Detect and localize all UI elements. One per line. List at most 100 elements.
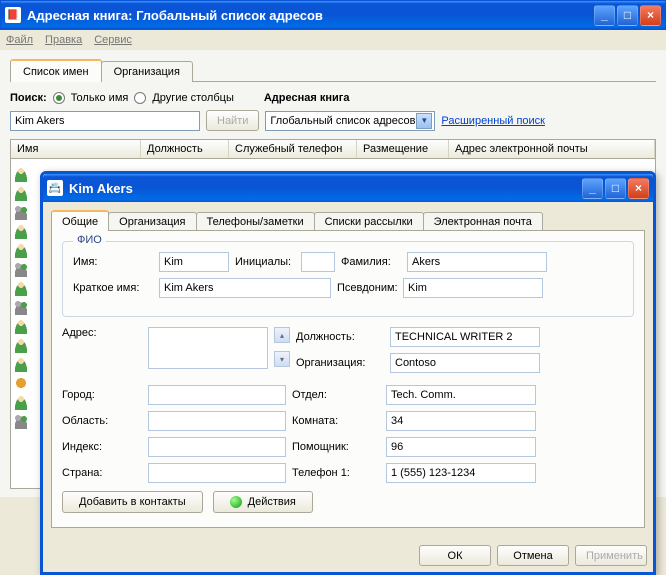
search-label: Поиск: — [10, 92, 47, 104]
child-tabbar: Общие Организация Телефоны/заметки Списк… — [51, 210, 645, 231]
address-book-value: Глобальный список адресов — [270, 115, 415, 127]
address-book-select[interactable]: Глобальный список адресов ▼ — [265, 111, 435, 131]
general-panel: ФИО Имя: Инициалы: Фамилия: Краткое имя:… — [51, 230, 645, 528]
col-name[interactable]: Имя — [11, 140, 141, 158]
initials-label: Инициалы: — [235, 256, 295, 268]
group-icon — [13, 413, 29, 429]
window-title: Адресная книга: Глобальный список адресо… — [27, 8, 323, 23]
user-icon — [13, 242, 29, 258]
address-label: Адрес: — [62, 327, 142, 339]
scroll-up-icon[interactable]: ▴ — [274, 327, 290, 343]
last-name-input[interactable] — [407, 252, 547, 272]
col-location[interactable]: Размещение — [357, 140, 449, 158]
close-button[interactable]: × — [640, 5, 661, 26]
zip-input[interactable] — [148, 437, 286, 457]
short-name-input[interactable] — [159, 278, 331, 298]
user-icon — [13, 223, 29, 239]
col-title[interactable]: Должность — [141, 140, 229, 158]
fio-fieldset: ФИО Имя: Инициалы: Фамилия: Краткое имя:… — [62, 241, 634, 317]
group-icon — [13, 261, 29, 277]
address-input[interactable] — [148, 327, 268, 369]
org-label: Организация: — [296, 357, 384, 369]
address-book-label: Адресная книга — [264, 92, 350, 104]
cancel-button[interactable]: Отмена — [497, 545, 569, 566]
menu-edit[interactable]: Правка — [45, 34, 82, 46]
tab-organization[interactable]: Организация — [101, 61, 193, 82]
child-window-title: Kim Akers — [69, 181, 133, 196]
alias-label: Псевдоним: — [337, 282, 397, 294]
first-name-input[interactable] — [159, 252, 229, 272]
actions-button[interactable]: Действия — [213, 491, 313, 513]
short-name-label: Краткое имя: — [73, 282, 153, 294]
phone1-input[interactable] — [386, 463, 536, 483]
initials-input[interactable] — [301, 252, 335, 272]
country-label: Страна: — [62, 467, 142, 479]
group-icon — [13, 299, 29, 315]
user-icon — [13, 280, 29, 296]
tab-email[interactable]: Электронная почта — [423, 212, 543, 231]
contact-card-icon: 📇 — [47, 180, 63, 196]
job-title-label: Должность: — [296, 331, 384, 343]
region-input[interactable] — [148, 411, 286, 431]
tab-phones-notes[interactable]: Телефоны/заметки — [196, 212, 315, 231]
org-input[interactable] — [390, 353, 540, 373]
minimize-button[interactable]: _ — [594, 5, 615, 26]
fio-legend: ФИО — [73, 234, 106, 246]
phone1-label: Телефон 1: — [292, 467, 380, 479]
child-close-button[interactable]: × — [628, 178, 649, 199]
radio-other-columns-label: Другие столбцы — [152, 92, 234, 104]
col-email[interactable]: Адрес электронной почты — [449, 140, 655, 158]
main-titlebar: 📕 Адресная книга: Глобальный список адре… — [0, 0, 666, 30]
radio-other-columns[interactable] — [134, 92, 146, 104]
list-columns: Имя Должность Служебный телефон Размещен… — [10, 139, 656, 159]
zip-label: Индекс: — [62, 441, 142, 453]
radio-name-only-label: Только имя — [71, 92, 129, 104]
chevron-down-icon[interactable]: ▼ — [416, 113, 432, 129]
add-to-contacts-button[interactable]: Добавить в контакты — [62, 491, 203, 513]
user-icon — [13, 318, 29, 334]
menu-service[interactable]: Сервис — [94, 34, 132, 46]
dept-label: Отдел: — [292, 389, 380, 401]
assistant-input[interactable] — [386, 437, 536, 457]
region-label: Область: — [62, 415, 142, 427]
user-icon — [13, 337, 29, 353]
search-input[interactable] — [10, 111, 200, 131]
child-maximize-button[interactable]: □ — [605, 178, 626, 199]
user-icon — [13, 394, 29, 410]
ok-button[interactable]: ОК — [419, 545, 491, 566]
room-input[interactable] — [386, 411, 536, 431]
star-icon — [13, 375, 29, 391]
presence-dot-icon — [230, 496, 242, 508]
city-input[interactable] — [148, 385, 286, 405]
user-icon — [13, 185, 29, 201]
tabbar: Список имен Организация — [10, 58, 656, 82]
apply-button: Применить — [575, 545, 647, 566]
tab-name-list[interactable]: Список имен — [10, 59, 102, 82]
country-input[interactable] — [148, 463, 286, 483]
menubar: Файл Правка Сервис — [0, 30, 666, 50]
find-button: Найти — [206, 110, 259, 131]
user-icon — [13, 166, 29, 182]
first-name-label: Имя: — [73, 256, 153, 268]
dept-input[interactable] — [386, 385, 536, 405]
job-title-input[interactable] — [390, 327, 540, 347]
assistant-label: Помощник: — [292, 441, 380, 453]
group-icon — [13, 204, 29, 220]
address-book-icon: 📕 — [5, 7, 21, 23]
menu-file[interactable]: Файл — [6, 34, 33, 46]
user-icon — [13, 356, 29, 372]
city-label: Город: — [62, 389, 142, 401]
child-minimize-button[interactable]: _ — [582, 178, 603, 199]
tab-general[interactable]: Общие — [51, 210, 109, 231]
tab-mailing-lists[interactable]: Списки рассылки — [314, 212, 424, 231]
radio-name-only[interactable] — [53, 92, 65, 104]
child-titlebar: 📇 Kim Akers _ □ × — [43, 174, 653, 202]
tab-child-organization[interactable]: Организация — [108, 212, 196, 231]
dialog-footer: ОК Отмена Применить — [43, 537, 653, 572]
col-phone[interactable]: Служебный телефон — [229, 140, 357, 158]
alias-input[interactable] — [403, 278, 543, 298]
advanced-search-link[interactable]: Расширенный поиск — [441, 115, 545, 127]
scroll-down-icon[interactable]: ▾ — [274, 351, 290, 367]
maximize-button[interactable]: □ — [617, 5, 638, 26]
last-name-label: Фамилия: — [341, 256, 401, 268]
